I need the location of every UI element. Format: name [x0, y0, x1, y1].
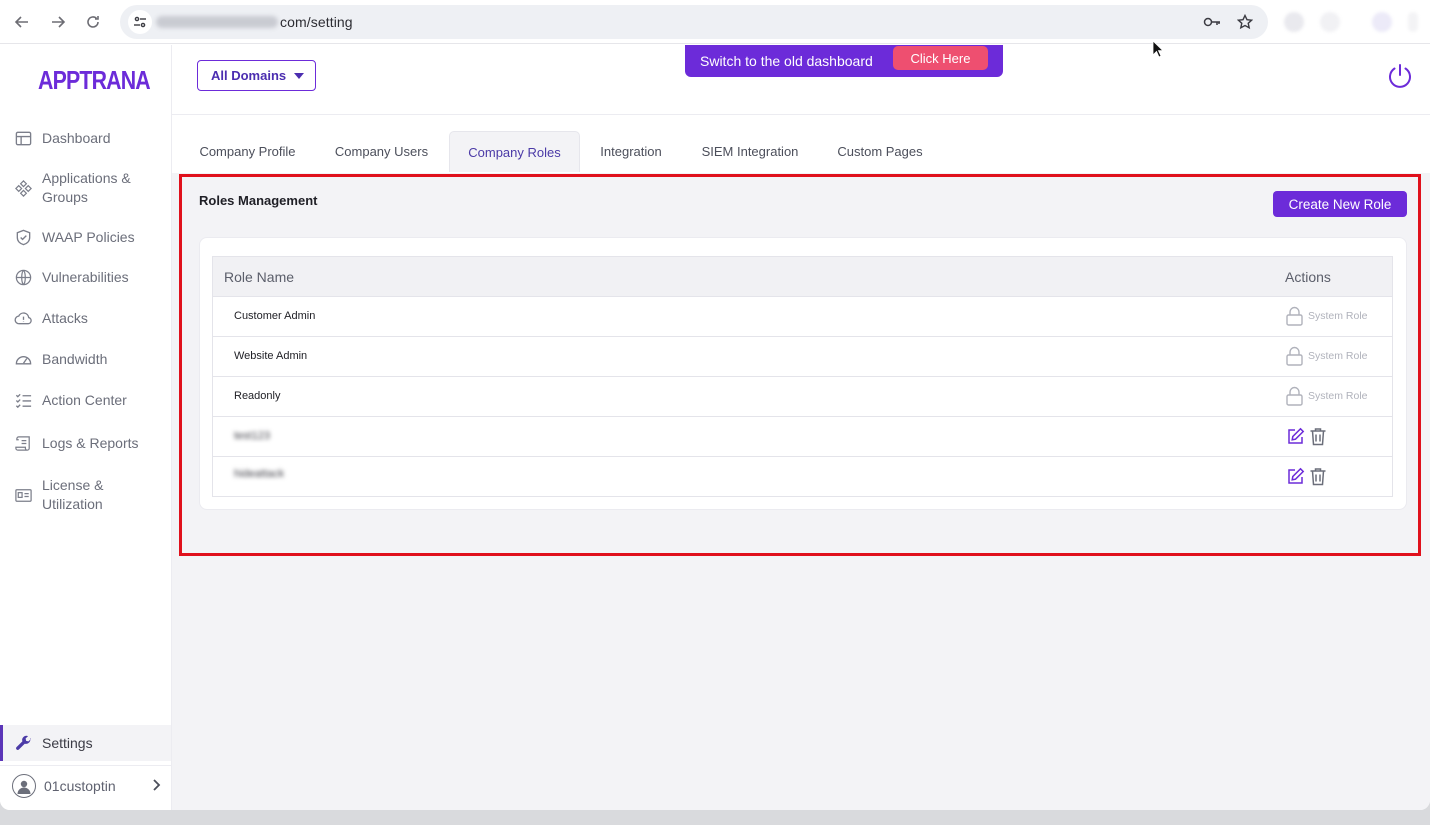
extension-icon[interactable]	[1284, 12, 1304, 32]
domain-select[interactable]: All Domains	[197, 60, 316, 91]
sidebar-item-bandwidth[interactable]: Bandwidth	[0, 348, 171, 370]
trash-icon[interactable]	[1308, 426, 1328, 446]
trash-icon[interactable]	[1308, 466, 1328, 486]
id-card-icon	[12, 484, 34, 506]
page-title: Roles Management	[199, 193, 318, 208]
sidebar-item-vulnerabilities[interactable]: Vulnerabilities	[0, 266, 171, 288]
old-dashboard-banner: Switch to the old dashboard Click Here	[685, 45, 1003, 77]
wrench-icon	[12, 732, 34, 754]
sidebar-item-label: Logs & Reports	[42, 434, 139, 451]
table-row: hideattack	[212, 457, 1393, 497]
role-name: hideattack	[234, 468, 285, 480]
avatar	[12, 773, 36, 798]
sidebar-item-action-center[interactable]: Action Center	[0, 389, 171, 411]
create-new-role-button[interactable]: Create New Role	[1273, 191, 1407, 217]
active-indicator	[0, 725, 3, 761]
layout-icon	[12, 127, 34, 149]
cloud-alert-icon	[12, 307, 34, 329]
key-icon[interactable]	[1203, 13, 1221, 31]
sidebar-item-logs-reports[interactable]: Logs & Reports	[0, 432, 171, 454]
browser-toolbar: com/setting	[0, 0, 1430, 44]
chevron-right-icon[interactable]	[151, 778, 161, 795]
mouse-cursor-icon	[1152, 40, 1164, 58]
system-role-label: System Role	[1308, 350, 1368, 362]
sidebar-item-label: Bandwidth	[42, 350, 108, 367]
tab-integration[interactable]: Integration	[590, 131, 672, 172]
gauge-icon	[12, 348, 34, 370]
banner-text: Switch to the old dashboard	[700, 53, 873, 69]
menu-icon[interactable]	[1408, 12, 1418, 32]
column-header-actions: Actions	[1285, 269, 1331, 285]
table-header: Role Name Actions	[212, 256, 1393, 297]
sidebar-item-applications[interactable]: Applications & Groups	[0, 168, 171, 208]
system-role-badge: System Role	[1285, 386, 1368, 406]
tab-company-users[interactable]: Company Users	[324, 131, 439, 172]
lock-icon	[1286, 386, 1303, 406]
shield-icon	[12, 226, 34, 248]
star-icon[interactable]	[1236, 13, 1254, 31]
power-icon[interactable]	[1386, 62, 1414, 90]
sidebar-item-settings[interactable]: Settings	[0, 725, 171, 761]
tab-siem-integration[interactable]: SIEM Integration	[693, 131, 807, 172]
user-menu[interactable]: 01custoptin	[0, 765, 171, 805]
browser-window: com/setting APPTRANA Dashboard Applicati…	[0, 0, 1430, 810]
lock-icon	[1286, 346, 1303, 366]
back-icon[interactable]	[9, 9, 35, 35]
row-actions	[1285, 466, 1331, 486]
site-settings-icon[interactable]	[128, 10, 152, 34]
sidebar-item-label: Attacks	[42, 309, 88, 326]
sidebar-item-label: Applications & Groups	[42, 170, 131, 205]
checklist-icon	[12, 389, 34, 411]
row-actions	[1285, 426, 1331, 446]
scroll-icon	[12, 432, 34, 454]
table-row: Website Admin System Role	[212, 337, 1393, 377]
url-host-redacted	[156, 16, 278, 28]
sidebar-item-attacks[interactable]: Attacks	[0, 307, 171, 329]
edit-icon[interactable]	[1285, 466, 1305, 486]
sidebar-item-label: WAAP Policies	[42, 228, 135, 245]
sidebar-item-dashboard[interactable]: Dashboard	[0, 127, 171, 149]
system-role-badge: System Role	[1285, 306, 1368, 326]
domain-select-value: All Domains	[211, 68, 287, 83]
caret-down-icon	[294, 73, 304, 79]
tab-company-profile[interactable]: Company Profile	[190, 131, 305, 172]
sidebar-item-label: Action Center	[42, 391, 127, 408]
top-bar: All Domains Switch to the old dashboard …	[172, 45, 1430, 115]
system-role-badge: System Role	[1285, 346, 1368, 366]
address-bar[interactable]: com/setting	[120, 5, 1268, 39]
role-name: test123	[234, 430, 271, 442]
role-name: Readonly	[234, 390, 281, 402]
sidebar-item-label: Vulnerabilities	[42, 268, 129, 285]
settings-tabs: Company Profile Company Users Company Ro…	[172, 131, 1430, 173]
forward-icon[interactable]	[45, 9, 71, 35]
edit-icon[interactable]	[1285, 426, 1305, 446]
diamond-grid-icon	[12, 177, 34, 199]
system-role-label: System Role	[1308, 390, 1368, 402]
role-name: Website Admin	[234, 350, 308, 362]
sidebar-item-waap-policies[interactable]: WAAP Policies	[0, 226, 171, 248]
profile-icon[interactable]	[1372, 12, 1392, 32]
role-name: Customer Admin	[234, 310, 316, 322]
click-here-button[interactable]: Click Here	[893, 46, 988, 70]
system-role-label: System Role	[1308, 310, 1368, 322]
extension-icon[interactable]	[1320, 12, 1340, 32]
column-header-role-name[interactable]: Role Name	[224, 269, 294, 285]
tab-custom-pages[interactable]: Custom Pages	[828, 131, 932, 172]
lock-icon	[1286, 306, 1303, 326]
sidebar-item-license[interactable]: License & Utilization	[0, 475, 171, 515]
table-row: Customer Admin System Role	[212, 297, 1393, 337]
table-row: Readonly System Role	[212, 377, 1393, 417]
url-text[interactable]: com/setting	[280, 14, 353, 30]
sidebar-item-label: License & Utilization	[42, 477, 104, 512]
bug-icon	[12, 266, 34, 288]
reload-icon[interactable]	[80, 9, 106, 35]
sidebar-item-label: Dashboard	[42, 129, 111, 146]
table-row: test123	[212, 417, 1393, 457]
tab-company-roles[interactable]: Company Roles	[449, 131, 580, 172]
sidebar: APPTRANA Dashboard Applications & Groups…	[0, 45, 172, 810]
apptrana-logo[interactable]: APPTRANA	[38, 65, 151, 96]
user-name: 01custoptin	[44, 777, 116, 794]
sidebar-item-label: Settings	[42, 734, 93, 751]
